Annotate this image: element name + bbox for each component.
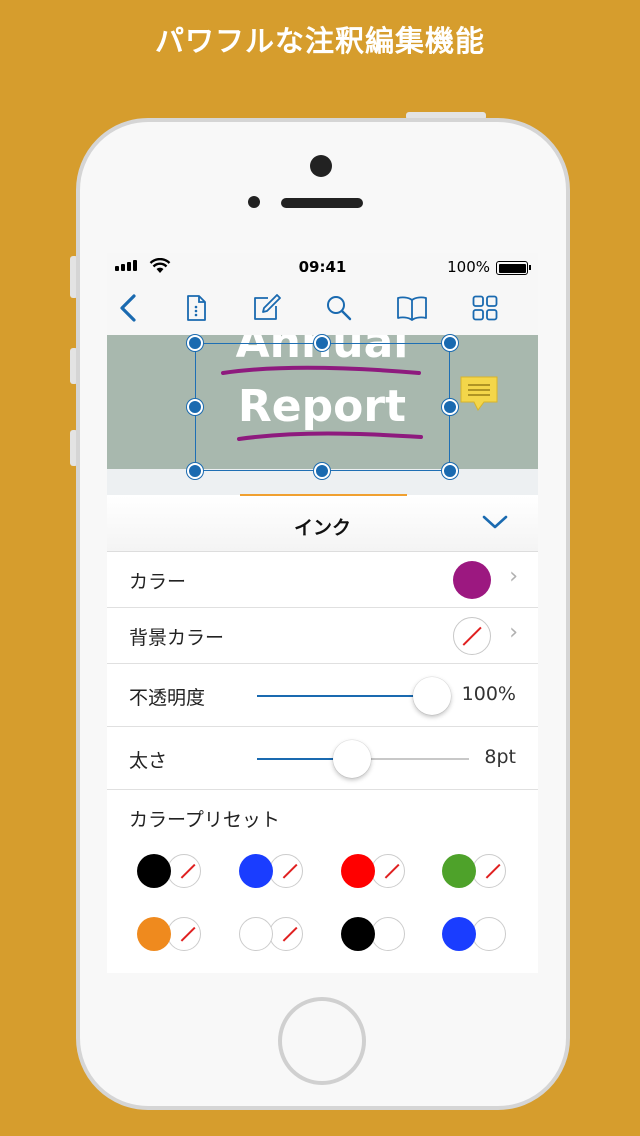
selection-box[interactable] (195, 343, 450, 471)
resize-handle[interactable] (314, 335, 330, 351)
headline: パワフルな注釈編集機能 (154, 24, 485, 58)
chevron-down-icon[interactable] (482, 514, 508, 530)
opacity-label: 不透明度 (129, 687, 206, 709)
preset-bg-color (269, 917, 303, 951)
color-preset[interactable] (341, 851, 411, 891)
color-preset[interactable] (442, 851, 512, 891)
resize-handle[interactable] (187, 399, 203, 415)
presets-label: カラープリセット (129, 809, 280, 831)
panel-header: インク (107, 496, 538, 552)
chevron-right-icon: › (509, 564, 518, 589)
color-preset[interactable] (442, 914, 512, 954)
grid-icon[interactable] (468, 291, 502, 325)
color-preset[interactable] (341, 914, 411, 954)
bg-color-row[interactable]: 背景カラー › (107, 608, 538, 664)
chevron-right-icon: › (509, 620, 518, 645)
search-icon[interactable] (322, 291, 356, 325)
sticky-note-icon[interactable] (460, 376, 498, 412)
preset-pen-color (239, 854, 273, 888)
color-swatch[interactable] (453, 561, 491, 599)
color-label: カラー (129, 571, 187, 593)
resize-handle[interactable] (187, 335, 203, 351)
preset-bg-color (167, 854, 201, 888)
preset-bg-color (371, 854, 405, 888)
no-color-swatch[interactable] (453, 617, 491, 655)
preset-pen-color (341, 854, 375, 888)
battery-percent: 100% (447, 258, 490, 276)
panel-title: インク (293, 517, 351, 539)
document-info-icon[interactable] (179, 291, 213, 325)
status-bar: 09:41 100% (107, 253, 538, 281)
battery-icon (496, 261, 531, 275)
preset-bg-color (472, 854, 506, 888)
sensor (248, 196, 260, 208)
preset-pen-color (442, 854, 476, 888)
back-chevron-icon[interactable] (111, 291, 145, 325)
thickness-value: 8pt (484, 746, 516, 768)
color-row[interactable]: カラー › (107, 552, 538, 608)
preset-bg-color (371, 917, 405, 951)
opacity-row: 不透明度 100% (107, 664, 538, 727)
app-screen: 09:41 100% Annual Report インク カラー › 背景カラー… (107, 253, 538, 973)
opacity-value: 100% (461, 683, 516, 705)
preset-pen-color (341, 917, 375, 951)
resize-handle[interactable] (442, 399, 458, 415)
color-preset[interactable] (137, 851, 207, 891)
preset-pen-color (137, 854, 171, 888)
thickness-row: 太さ 8pt (107, 727, 538, 790)
bg-color-label: 背景カラー (129, 627, 225, 649)
preset-bg-color (472, 917, 506, 951)
opacity-slider-fill (257, 695, 432, 697)
toolbar (107, 281, 538, 335)
thickness-label: 太さ (129, 750, 168, 772)
preset-bg-color (167, 917, 201, 951)
edit-icon[interactable] (250, 291, 284, 325)
opacity-slider-thumb[interactable] (413, 677, 451, 715)
earpiece-speaker (281, 198, 363, 208)
thickness-slider-thumb[interactable] (333, 740, 372, 778)
resize-handle[interactable] (442, 335, 458, 351)
opacity-slider[interactable] (257, 677, 451, 715)
color-preset[interactable] (239, 851, 309, 891)
preset-pen-color (239, 917, 273, 951)
front-camera (310, 155, 332, 177)
preset-pen-color (442, 917, 476, 951)
preset-pen-color (137, 917, 171, 951)
preset-bg-color (269, 854, 303, 888)
book-icon[interactable] (395, 291, 429, 325)
color-preset[interactable] (137, 914, 207, 954)
color-preset[interactable] (239, 914, 309, 954)
thickness-slider[interactable] (257, 740, 469, 778)
resize-handle[interactable] (187, 463, 203, 479)
resize-handle[interactable] (314, 463, 330, 479)
home-button[interactable] (278, 997, 366, 1085)
resize-handle[interactable] (442, 463, 458, 479)
